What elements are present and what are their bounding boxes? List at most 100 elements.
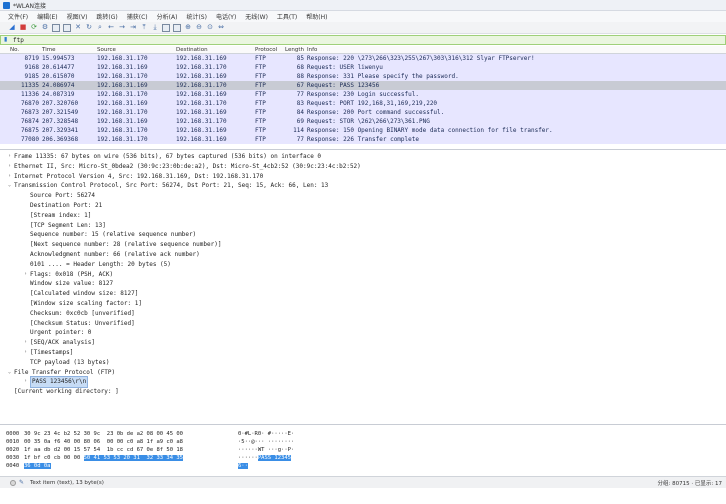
reload-icon[interactable]: ↻	[85, 24, 93, 32]
packet-no: 76873	[20, 109, 39, 116]
detail-tree-item[interactable]: Source Port: 56274	[0, 191, 726, 201]
capture-options-icon[interactable]: ⚙	[41, 24, 49, 32]
detail-tree-item[interactable]: [Window size scaling factor: 1]	[0, 299, 726, 309]
packet-row[interactable]: 76874 207.328548 192.168.31.169 192.168.31.…	[0, 117, 726, 126]
packet-no: 11335	[20, 82, 39, 89]
detail-tree-item[interactable]: › Flags: 0x018 (PSH, ACK)	[0, 270, 726, 280]
packet-length: 67	[296, 82, 304, 89]
menu-go[interactable]: 跳转(G)	[96, 12, 117, 21]
detail-tree-item[interactable]: TCP payload (13 bytes)	[0, 358, 726, 368]
detail-tree-item[interactable]: › [SEQ/ACK analysis]	[0, 338, 726, 348]
menu-analyze[interactable]: 分析(A)	[157, 12, 178, 21]
column-time[interactable]: Time	[42, 47, 97, 53]
menu-wireless[interactable]: 无线(W)	[245, 12, 268, 21]
menu-telephony[interactable]: 电话(Y)	[216, 12, 236, 21]
detail-tree-item[interactable]: [Next sequence number: 28 (relative sequ…	[0, 240, 726, 250]
bytes-hex[interactable]: 36 0d 0a	[18, 463, 236, 469]
detail-tree-item[interactable]: [Checksum Status: Unverified]	[0, 319, 726, 329]
packet-protocol: FTP	[255, 127, 266, 134]
packet-length: 88	[296, 73, 304, 80]
zoom-in-icon[interactable]: ⊕	[184, 24, 192, 32]
bytes-hex[interactable]: 00 35 0a f6 40 00 80 06 00 00 c0 a8 1f a…	[18, 439, 236, 445]
detail-tree-item[interactable]: › Frame 11335: 67 bytes on wire (536 bits…	[0, 152, 726, 162]
detail-tree-item[interactable]: Checksum: 0xc0cb [unverified]	[0, 309, 726, 319]
menu-view[interactable]: 视图(V)	[67, 12, 88, 21]
menu-capture[interactable]: 捕获(C)	[127, 12, 148, 21]
resize-columns-icon[interactable]: ⇔	[217, 24, 225, 32]
colorize-icon[interactable]	[173, 23, 181, 32]
column-length[interactable]: Length	[284, 47, 307, 53]
start-capture-icon[interactable]: ◢	[8, 24, 16, 32]
detail-tree-item[interactable]: Destination Port: 21	[0, 201, 726, 211]
column-source[interactable]: Source	[97, 47, 176, 53]
go-back-icon[interactable]: ←	[107, 24, 115, 32]
column-no[interactable]: No.	[0, 47, 42, 53]
packet-row[interactable]: 11335 24.086974 192.168.31.169 192.168.31.1…	[0, 81, 726, 90]
go-to-packet-icon[interactable]: ⇥	[129, 24, 137, 32]
packet-row[interactable]: 76873 207.321549 192.168.31.170 192.168.31.…	[0, 108, 726, 117]
normal-size-icon[interactable]: ⊙	[206, 24, 214, 32]
bookmark-icon[interactable]: ▮	[4, 37, 10, 43]
detail-tree-item[interactable]: Window size value: 8127	[0, 279, 726, 289]
restart-capture-icon[interactable]: ⟳	[30, 24, 38, 32]
packet-row[interactable]: 11336 24.087319 192.168.31.170 192.168.31.1…	[0, 90, 726, 99]
column-destination[interactable]: Destination	[176, 47, 255, 53]
packet-row[interactable]: 76870 207.320760 192.168.31.169 192.168.31.…	[0, 99, 726, 108]
detail-tree-item[interactable]: › Internet Protocol Version 4, Src: 192.1…	[0, 172, 726, 182]
detail-tree-item[interactable]: ⌄ Transmission Control Protocol, Src Port…	[0, 181, 726, 191]
packet-info: Response: 200 Port command successful.	[307, 109, 445, 116]
detail-tree-item[interactable]: › Ethernet II, Src: Micro-St_0bdea2 (30:9…	[0, 162, 726, 172]
detail-tree-item[interactable]: [Stream index: 1]	[0, 211, 726, 221]
menu-file[interactable]: 文件(F)	[8, 12, 28, 21]
detail-tree-item[interactable]: ⌄ File Transfer Protocol (FTP)	[0, 368, 726, 378]
packet-no: 76874	[20, 118, 39, 125]
bytes-hex[interactable]: 30 9c 23 4c b2 52 30 9c 23 0b de a2 08 0…	[18, 431, 236, 437]
edit-comment-icon[interactable]: ✎	[19, 479, 25, 486]
display-filter-input[interactable]: ftp	[13, 37, 24, 44]
column-info[interactable]: Info	[307, 47, 726, 53]
zoom-out-icon[interactable]: ⊖	[195, 24, 203, 32]
column-protocol[interactable]: Protocol	[255, 47, 284, 53]
bytes-ascii-selected: 6··	[238, 463, 248, 469]
go-forward-icon[interactable]: →	[118, 24, 126, 32]
detail-tree-item[interactable]: [Current working directory: ]	[0, 387, 726, 397]
detail-tree-item[interactable]: › PASS 123456\r\n	[0, 376, 726, 389]
expert-info-icon[interactable]	[10, 479, 16, 486]
packet-protocol: FTP	[255, 64, 266, 71]
save-file-icon[interactable]	[63, 23, 71, 32]
bytes-ascii[interactable]: 0·#L·R0· #·····E·	[236, 431, 294, 437]
packet-row[interactable]: 9168 20.614477 192.168.31.169 192.168.31.17…	[0, 63, 726, 72]
packet-row[interactable]: 76875 207.329341 192.168.31.170 192.168.31.…	[0, 126, 726, 135]
status-field-info: Text item (text), 13 byte(s)	[30, 479, 104, 486]
detail-tree-item[interactable]: [Calculated window size: 8127]	[0, 289, 726, 299]
menu-tools[interactable]: 工具(T)	[277, 12, 297, 21]
detail-tree-item[interactable]: Urgent pointer: 0	[0, 328, 726, 338]
autoscroll-icon[interactable]	[162, 23, 170, 32]
menu-edit[interactable]: 编辑(E)	[37, 12, 57, 21]
bytes-ascii[interactable]: ·5··@··· ········	[236, 439, 294, 445]
close-file-icon[interactable]: ✕	[74, 24, 82, 32]
last-packet-icon[interactable]: ⤓	[151, 24, 159, 32]
stop-capture-icon[interactable]: ■	[19, 24, 27, 32]
first-packet-icon[interactable]: ⤒	[140, 24, 148, 32]
packet-row[interactable]: 77080 206.369368 192.168.31.170 192.168.31.…	[0, 135, 726, 144]
bytes-ascii[interactable]: 6··	[236, 463, 248, 469]
packet-no: 9168	[24, 64, 39, 71]
bytes-ascii[interactable]: ······WT ···g··P·	[236, 447, 294, 453]
detail-tree-item[interactable]: 0101 .... = Header Length: 20 bytes (5)	[0, 260, 726, 270]
menu-help[interactable]: 帮助(H)	[306, 12, 327, 21]
display-filter-bar[interactable]: ▮ ftp	[0, 35, 726, 45]
detail-tree-item[interactable]: Sequence number: 15 (relative sequence n…	[0, 230, 726, 240]
detail-tree-item[interactable]: › [Timestamps]	[0, 348, 726, 358]
packet-row[interactable]: 8719 15.994573 192.168.31.170 192.168.31.16…	[0, 54, 726, 63]
detail-tree-text: [SEQ/ACK analysis]	[30, 339, 96, 347]
find-packet-icon[interactable]: ⌕	[96, 24, 104, 32]
open-file-icon[interactable]	[52, 23, 60, 32]
packet-row[interactable]: 9185 20.615070 192.168.31.170 192.168.31.16…	[0, 72, 726, 81]
bytes-ascii[interactable]: ······PASS 12345	[236, 455, 291, 461]
detail-tree-item[interactable]: Acknowledgment number: 66 (relative ack …	[0, 250, 726, 260]
detail-tree-item[interactable]: [TCP Segment Len: 13]	[0, 221, 726, 231]
bytes-hex[interactable]: 1f aa db d2 00 15 57 54 1b cc cd 67 0e 8…	[18, 447, 236, 453]
bytes-hex[interactable]: 1f bf c0 cb 00 00 50 41 53 53 20 31 32 3…	[18, 455, 236, 461]
menu-statistics[interactable]: 统计(S)	[186, 12, 207, 21]
